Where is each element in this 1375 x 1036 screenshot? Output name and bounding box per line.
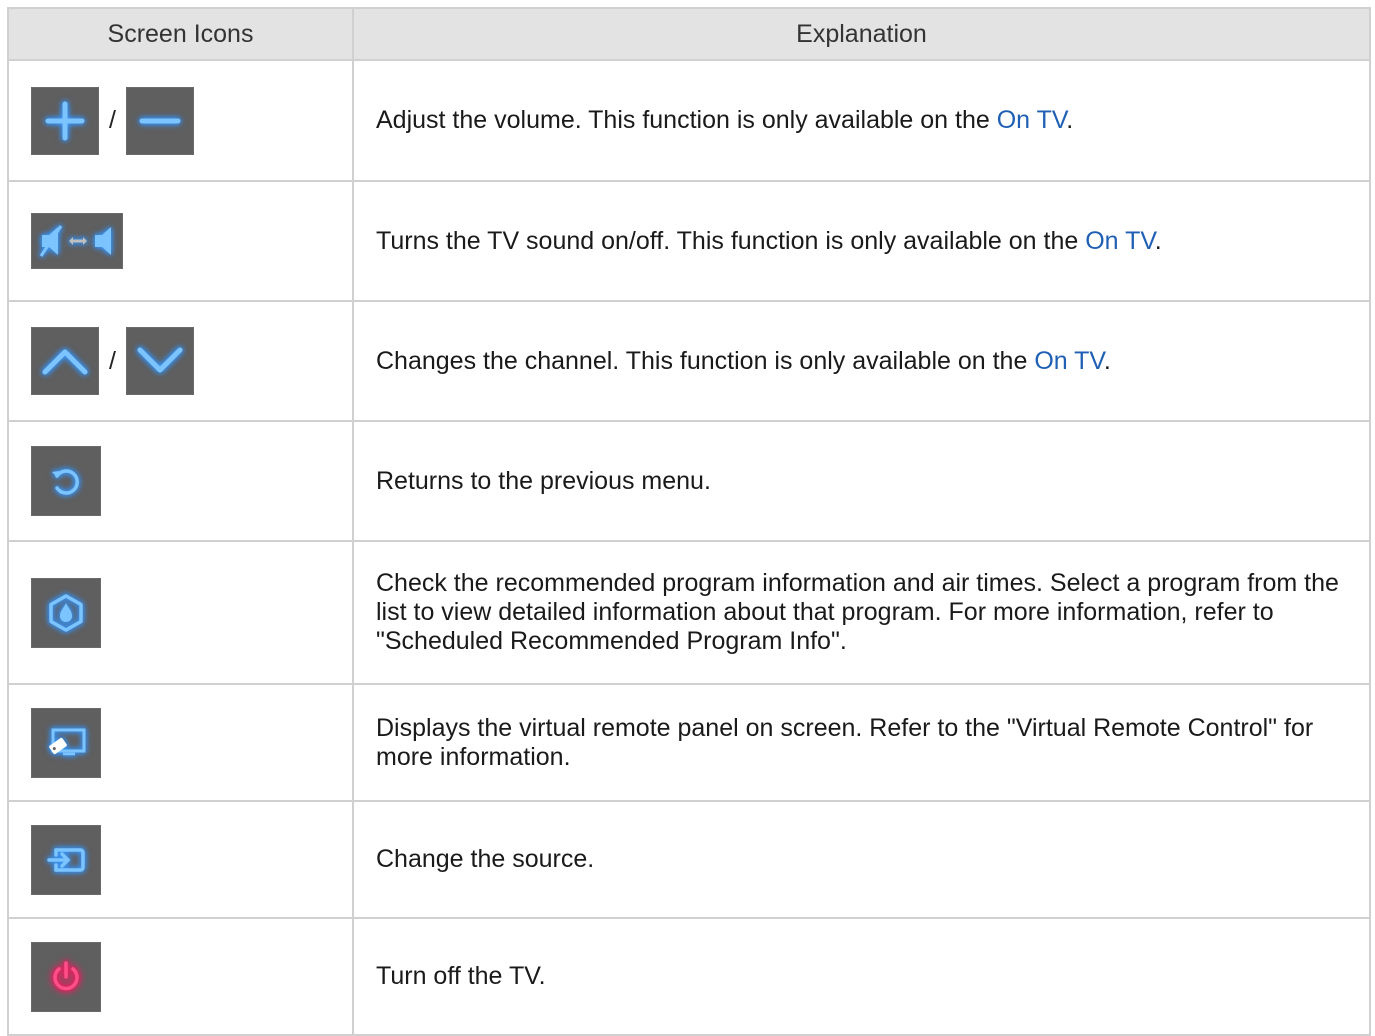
explanation-text: Change the source. [352, 800, 1371, 919]
explanation-text: Changes the channel. This function is on… [352, 300, 1371, 422]
table-row: Returns to the previous menu. [7, 420, 1371, 542]
source-button[interactable] [31, 824, 101, 895]
explanation-text: Check the recommended program informatio… [352, 540, 1371, 685]
row-text: Adjust the volume. This function is only… [376, 106, 997, 134]
table-row: / Changes the channel. This function is … [7, 300, 1371, 422]
explanation-text: Turn off the TV. [352, 917, 1371, 1036]
on-tv-link: On TV [1085, 226, 1155, 255]
power-button[interactable] [31, 941, 101, 1012]
header-explanation: Explanation [352, 7, 1371, 61]
icon-separator: / [109, 346, 116, 375]
table-row: Change the source. [7, 800, 1371, 919]
row-suffix: . [1154, 226, 1162, 255]
header-screen-icons: Screen Icons [7, 7, 354, 61]
return-button[interactable] [31, 446, 101, 516]
row-text: Changes the channel. This function is on… [376, 346, 1035, 375]
row-text: Turns the TV sound on/off. This function… [376, 226, 1086, 255]
table-header-row: Screen Icons Explanation [7, 7, 1371, 61]
virtual-remote-icon [49, 728, 86, 755]
icon-separator: / [109, 106, 116, 134]
power-icon [53, 960, 79, 990]
row-text: Returns to the previous menu. [376, 466, 711, 495]
row-text: Change the source. [376, 845, 595, 873]
screen-icons-table: Screen Icons Explanation / Adjust the vo… [7, 7, 1371, 1036]
virtual-remote-button[interactable] [31, 707, 101, 778]
row-suffix: . [1066, 106, 1074, 134]
explanation-text: Adjust the volume. This function is only… [352, 59, 1371, 182]
return-icon [52, 469, 79, 495]
explanation-text: Returns to the previous menu. [352, 420, 1371, 542]
row-text: Turn off the TV. [376, 962, 546, 990]
table-row: / Adjust the volume. This function is on… [7, 59, 1371, 182]
explanation-text: Turns the TV sound on/off. This function… [352, 180, 1371, 302]
on-tv-link: On TV [996, 106, 1067, 134]
table-row: Displays the virtual remote panel on scr… [7, 683, 1371, 802]
chevron-up-icon [42, 349, 88, 375]
on-tv-link: On TV [1034, 346, 1104, 375]
explanation-text: Displays the virtual remote panel on scr… [352, 683, 1371, 802]
mute-toggle-icon [39, 225, 111, 257]
channel-down-button[interactable] [125, 327, 194, 395]
source-icon [47, 847, 85, 872]
volume-down-button[interactable] [125, 86, 194, 155]
recommended-button[interactable] [31, 577, 101, 648]
row-suffix: . [1103, 346, 1111, 375]
plus-icon [45, 101, 85, 140]
recommended-icon [49, 593, 83, 632]
mute-button[interactable] [31, 213, 123, 269]
volume-up-button[interactable] [31, 86, 99, 155]
row-text: Check the recommended program informatio… [376, 569, 1339, 655]
channel-up-button[interactable] [31, 327, 99, 395]
table-row: Check the recommended program informatio… [7, 540, 1371, 685]
minus-icon [139, 118, 181, 123]
table-row: Turn off the TV. [7, 917, 1371, 1036]
table-row: Turns the TV sound on/off. This function… [7, 180, 1371, 302]
row-text: Displays the virtual remote panel on scr… [376, 713, 1314, 771]
chevron-down-icon [137, 347, 183, 373]
